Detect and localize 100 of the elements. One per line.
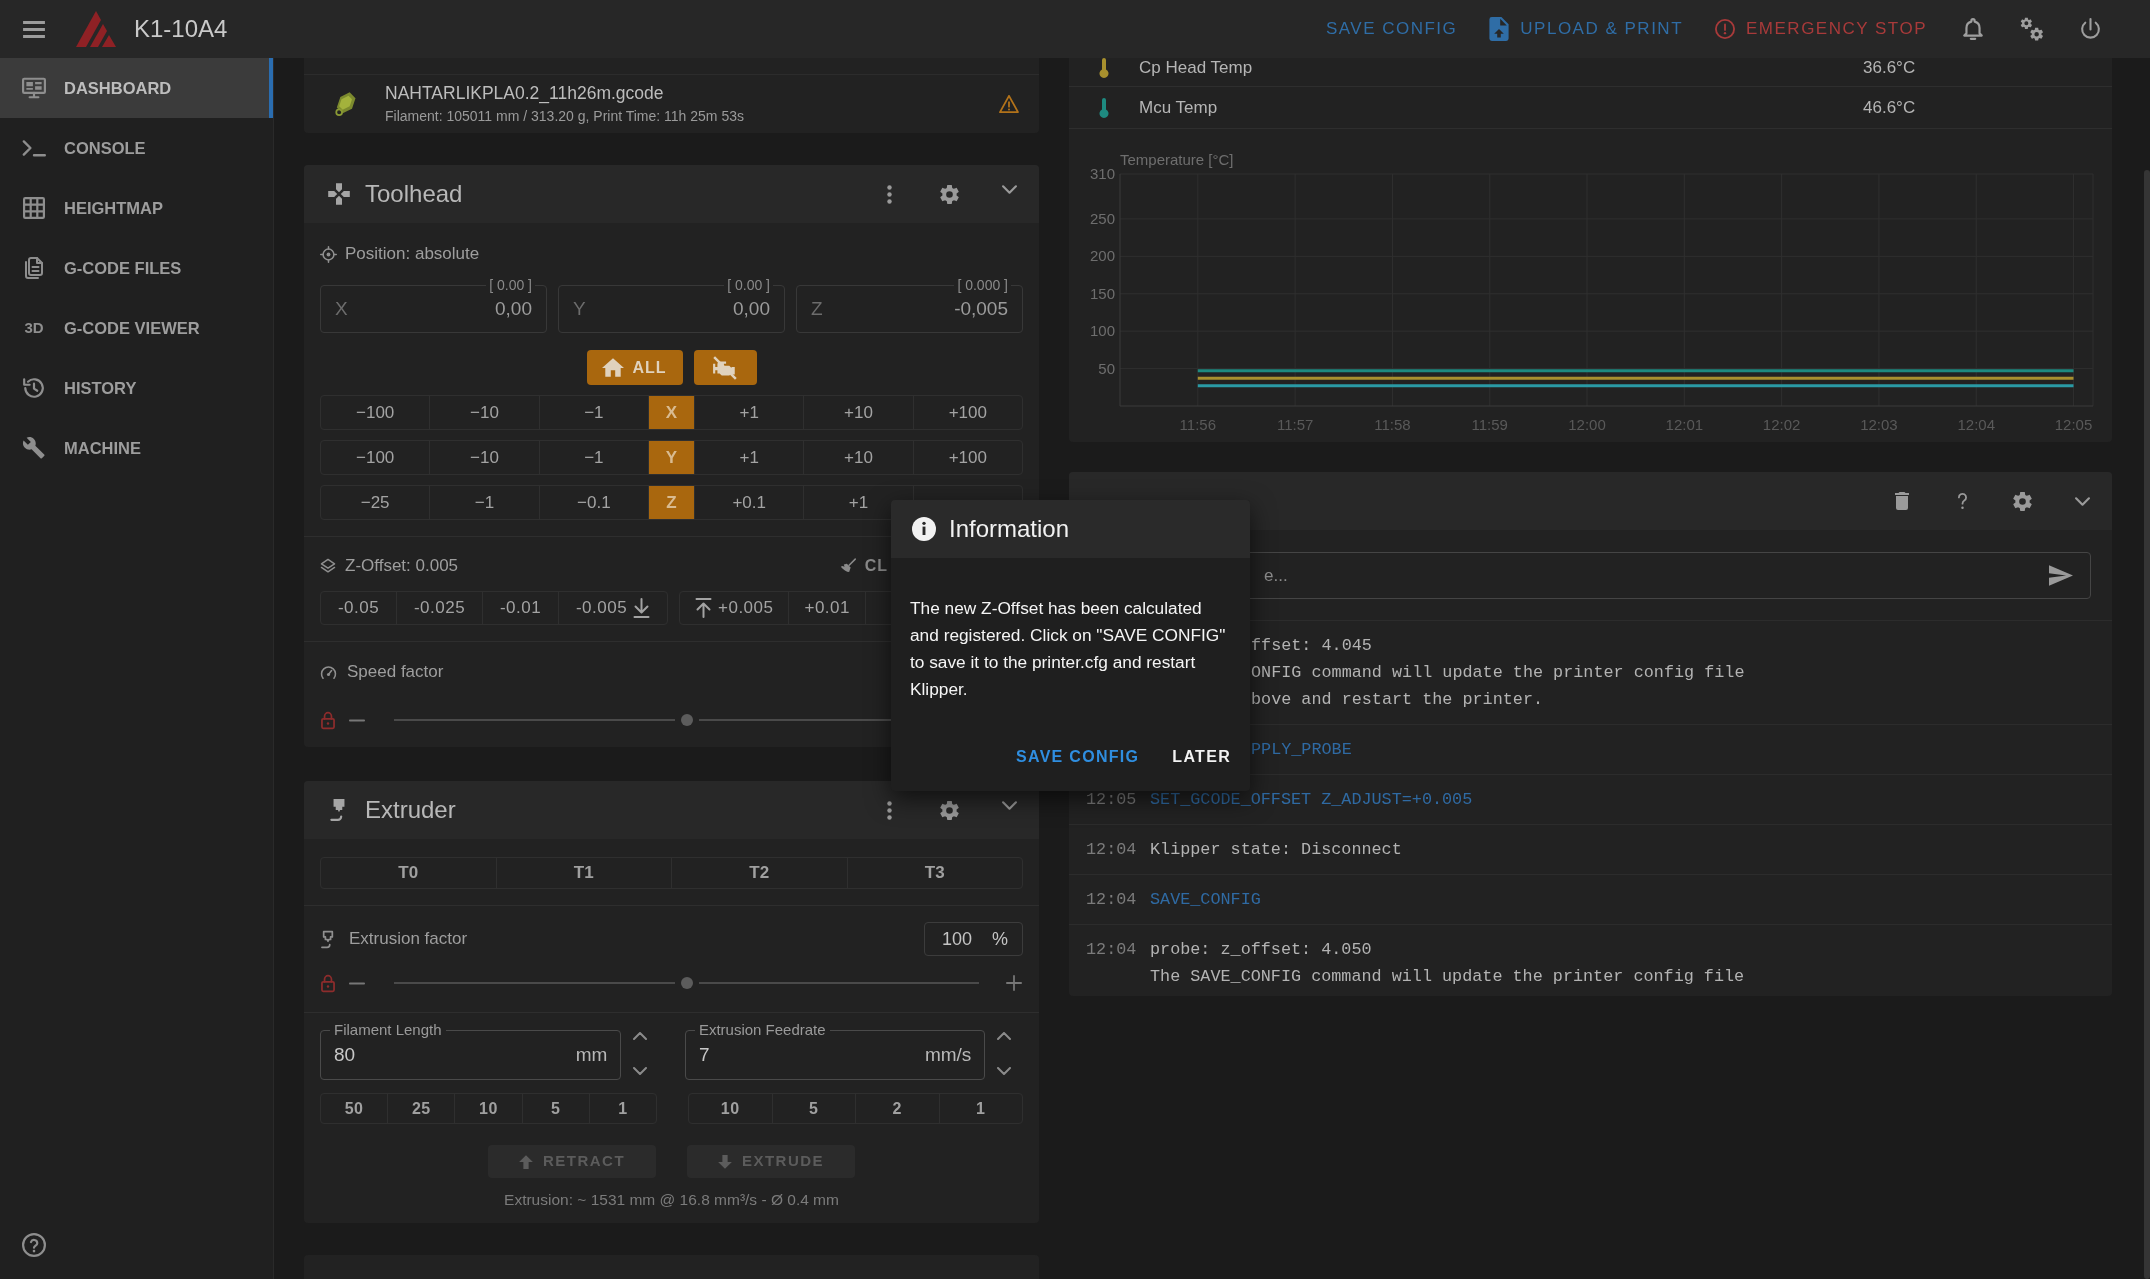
y-tick-label: 310 <box>1089 165 1115 182</box>
tool-tab[interactable]: T1 <box>495 858 671 888</box>
preset-button[interactable]: 5 <box>521 1094 589 1123</box>
tool-tab[interactable]: T2 <box>671 858 847 888</box>
jog-button[interactable]: −100 <box>321 396 431 429</box>
save-config-button[interactable]: SAVE CONFIG <box>1008 739 1148 775</box>
preset-button[interactable]: 1 <box>938 1094 1022 1123</box>
y-tick-label: 50 <box>1098 359 1115 377</box>
minus-icon[interactable] <box>349 718 365 722</box>
y-tick-label: 150 <box>1089 284 1115 302</box>
z-offset-button[interactable]: -0.01 <box>482 592 559 624</box>
chevron-down-icon[interactable] <box>1001 800 1017 810</box>
preset-button[interactable]: 10 <box>689 1094 772 1123</box>
printer-name: K1-10A4 <box>134 14 228 44</box>
later-button[interactable]: LATER <box>1164 739 1239 775</box>
minus-icon[interactable] <box>349 981 365 985</box>
wrench-icon <box>22 437 46 459</box>
gcode-position-label: [ 0.00 ] <box>724 276 773 294</box>
y-tick-label: 250 <box>1089 209 1115 227</box>
home-all-button[interactable]: ALL <box>586 350 683 385</box>
menu-icon[interactable] <box>23 20 45 38</box>
preset-button[interactable]: 50 <box>321 1094 388 1123</box>
motors-off-button[interactable] <box>693 350 757 385</box>
help-icon[interactable] <box>1956 492 1968 510</box>
log-time: 12:04 <box>1086 939 1138 961</box>
jog-button[interactable]: −10 <box>430 396 540 429</box>
chevron-down-icon[interactable] <box>633 1067 648 1075</box>
alert-icon <box>1715 17 1736 41</box>
preset-button[interactable]: 1 <box>588 1094 656 1123</box>
logo-icon <box>76 11 116 47</box>
sensor-value: 46.6°C <box>1863 97 1916 118</box>
settings-icon[interactable] <box>939 184 959 204</box>
z-offset-button[interactable]: -0.05 <box>321 592 397 624</box>
jog-button[interactable]: +100 <box>912 441 1022 474</box>
broom-button[interactable]: CL <box>839 554 888 578</box>
nav-item[interactable]: HISTORY <box>0 358 273 418</box>
card-title: Extruder <box>365 795 456 825</box>
home-icon <box>602 358 625 377</box>
settings-icon[interactable] <box>2019 17 2044 41</box>
jog-button[interactable]: −100 <box>321 441 431 474</box>
arrow-down-icon <box>633 598 651 618</box>
sensor-value: 36.6°C <box>1863 58 1916 78</box>
log-message: Klipper state: Disconnect <box>1150 839 1402 861</box>
z-offset-button[interactable]: -0.025 <box>396 592 482 624</box>
jog-button[interactable]: −25 <box>321 486 431 519</box>
jog-button[interactable]: +100 <box>912 396 1022 429</box>
axis-title: Temperature [°C] <box>1120 151 1234 168</box>
jog-button[interactable]: −10 <box>430 441 540 474</box>
help-icon[interactable] <box>22 1233 46 1257</box>
info-icon <box>912 517 936 541</box>
more-icon[interactable] <box>886 800 892 820</box>
gauge-icon <box>320 664 337 680</box>
preset-button[interactable]: 5 <box>771 1094 855 1123</box>
jog-button[interactable]: −1 <box>430 486 540 519</box>
jog-button[interactable]: +1 <box>694 396 804 429</box>
layers-icon <box>320 558 336 574</box>
tool-tab[interactable]: T3 <box>846 858 1022 888</box>
broom-icon <box>839 558 856 574</box>
nav-item[interactable]: MACHINE <box>0 418 273 478</box>
chevron-down-icon[interactable] <box>997 1067 1012 1075</box>
slider-thumb[interactable] <box>680 977 693 989</box>
extrusion-factor-field[interactable]: 100 % <box>924 922 1023 956</box>
scrollbar-thumb[interactable] <box>2144 170 2150 1279</box>
chevron-up-icon[interactable] <box>997 1032 1012 1040</box>
trash-icon[interactable] <box>1895 492 1909 510</box>
settings-icon[interactable] <box>939 800 959 820</box>
preset-button[interactable]: 10 <box>454 1094 522 1123</box>
card-title: Toolhead <box>365 179 463 209</box>
more-icon[interactable] <box>886 184 892 204</box>
chevron-down-icon[interactable] <box>2074 496 2090 506</box>
power-icon[interactable] <box>2080 17 2101 41</box>
slider-thumb[interactable] <box>680 714 693 726</box>
crosshair-icon <box>320 245 337 263</box>
nav-item[interactable]: 3D G-CODE VIEWER <box>0 298 273 358</box>
nav-item[interactable]: CONSOLE <box>0 118 273 178</box>
z-offset-button[interactable]: +0.005 <box>680 592 790 624</box>
preset-button[interactable]: 2 <box>855 1094 939 1123</box>
tool-tab[interactable]: T0 <box>321 858 496 888</box>
notification-bell-icon[interactable] <box>1962 17 1983 41</box>
nav-item[interactable]: HEIGHTMAP <box>0 178 273 238</box>
jog-button[interactable]: +1 <box>694 441 804 474</box>
jog-button[interactable]: +10 <box>803 396 913 429</box>
jog-button[interactable]: +10 <box>803 441 913 474</box>
gcode-position-label: [ 0.00 ] <box>486 276 535 294</box>
log-message: probe: z_offset: 4.050 The SAVE_CONFIG command will update the printer config file <box>1150 939 1745 988</box>
preset-button[interactable]: 25 <box>387 1094 455 1123</box>
gcode-position-label: [ 0.000 ] <box>954 276 1011 294</box>
nav-item[interactable]: G-CODE FILES <box>0 238 273 298</box>
grid-icon <box>22 197 46 219</box>
jog-button[interactable]: +0.1 <box>694 486 804 519</box>
z-offset-button[interactable]: +0.01 <box>789 592 866 624</box>
nav-item[interactable]: DASHBOARD <box>0 58 273 118</box>
settings-icon[interactable] <box>2012 491 2032 511</box>
plus-icon[interactable] <box>1006 975 1022 991</box>
send-icon[interactable] <box>2049 565 2073 586</box>
file-details: Filament: 105011 mm / 313.20 g, Print Time: 11h 25m 53s <box>385 107 744 126</box>
log-time: 12:04 <box>1086 839 1138 861</box>
chevron-up-icon[interactable] <box>633 1032 648 1040</box>
z-offset-button[interactable]: -0.005 <box>558 592 667 624</box>
chevron-down-icon[interactable] <box>1001 184 1017 194</box>
